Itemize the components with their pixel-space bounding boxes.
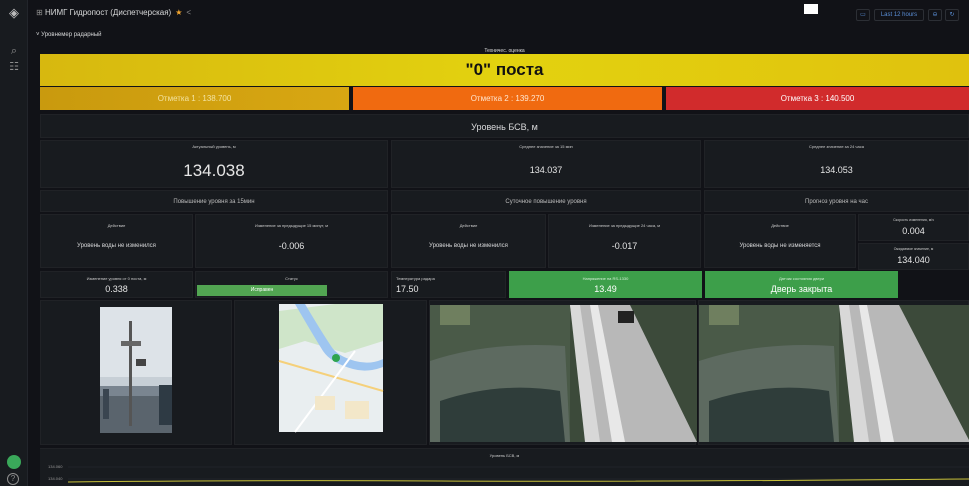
avg-15min-value: 134.037 (529, 165, 563, 175)
voltage-panel: Напряжение на RS-1330 13.49 (509, 271, 702, 298)
camera-2-image (699, 305, 969, 442)
current-level-panel: Актуальный уровень, м 134.038 (40, 140, 388, 188)
camera-1-panel (429, 300, 697, 445)
dashboard-title-text[interactable]: НИМГ Гидропост (Диспетчерская) (45, 8, 171, 17)
star-icon[interactable]: ★ (175, 8, 182, 17)
action-forecast-text: Уровень воды не изменяется (739, 243, 821, 249)
current-level-caption: Актуальный уровень, м (192, 144, 236, 149)
status-badge: Исправен (197, 285, 327, 296)
row-title[interactable]: ˅ Уровнемер радарный (36, 32, 102, 38)
search-icon[interactable]: ⌕ (7, 44, 21, 58)
zero-post-caption: Техничес. оценка (484, 48, 525, 54)
level-graph-panel: Уровень БСВ, м 134.060 134.040 (40, 448, 969, 486)
zoom-out-icon[interactable]: ⊖ (928, 9, 942, 21)
action-15min-text: Уровень воды не изменился (77, 243, 156, 249)
change-15min-value: -0.006 (278, 241, 305, 251)
row-title-text: Уровнемер радарный (41, 32, 102, 38)
avg-24h-caption: Среднее значение за 24 часа (809, 144, 864, 149)
row-header[interactable]: ˅ Уровнемер радарный (28, 30, 969, 42)
change-15min-panel: Изменение за предыдущие 15 минут, м -0.0… (195, 214, 388, 268)
avg-24h-panel: Среднее значение за 24 часа 134.053 (704, 140, 969, 188)
time-picker-label: Last 12 hours (880, 12, 918, 18)
dashboard-frame: ◈ ⌕ ☷ ? ⊞ НИМГ Гидропост (Диспетчерская)… (0, 0, 969, 486)
bsv-level-title: Уровень БСВ, м (40, 114, 969, 138)
door-sensor-panel: Датчик состояния двери Дверь закрыта (705, 271, 898, 298)
door-sensor-value: Дверь закрыта (770, 284, 833, 294)
dashboards-grid-icon: ⊞ (36, 8, 45, 17)
change-rate-caption: Скорость изменения, м/ч (893, 218, 934, 222)
action-15min-caption: Действие (107, 223, 126, 228)
cycle-view-icon[interactable]: ▭ (856, 9, 870, 21)
overlay-box (804, 4, 818, 14)
avg-24h-value: 134.053 (820, 165, 853, 175)
radar-temperature-panel: Температура радара 17.50 (391, 271, 506, 298)
status-caption: Статус (285, 276, 298, 281)
action-24h-caption: Действие (459, 223, 478, 228)
mark-3-panel: Отметка 3 : 140.500 (666, 87, 969, 110)
level-graph-line (67, 466, 969, 483)
map-panel (234, 300, 427, 445)
change-24h-panel: Изменение за предыдущие 24 часа, м -0.01… (548, 214, 701, 268)
grafana-logo-icon[interactable]: ◈ (6, 6, 22, 20)
avatar[interactable] (7, 455, 21, 469)
hour-forecast-title: Прогноз уровня на час (704, 190, 969, 212)
side-navigation: ◈ ⌕ ☷ ? (0, 0, 28, 486)
expected-value-caption: Ожидаемое значение, м (893, 247, 934, 251)
action-24h-panel: Действие Уровень воды не изменился (391, 214, 546, 268)
change-rate-value: 0.004 (902, 226, 925, 236)
change-24h-value: -0.017 (611, 241, 638, 251)
daily-rise-title: Суточное повышение уровня (391, 190, 701, 212)
door-sensor-caption: Датчик состояния двери (778, 276, 825, 281)
voltage-caption: Напряжение на RS-1330 (582, 276, 629, 281)
share-icon[interactable]: < (186, 8, 191, 17)
action-forecast-caption: Действие (771, 223, 789, 228)
top-bar: ⊞ НИМГ Гидропост (Диспетчерская) ★ < ▭ Las… (28, 0, 969, 28)
pole-photo (100, 307, 172, 433)
expected-value-value: 134.040 (897, 255, 930, 265)
zero-post-value: "0" поста (465, 60, 544, 79)
camera-1-image (430, 305, 697, 442)
help-icon[interactable]: ? (7, 473, 19, 485)
location-marker-icon (332, 354, 340, 362)
zero-post-change-panel: Изменение уровня от 0 поста, м 0.338 (40, 271, 193, 298)
radar-temperature-caption: Температура радара (396, 276, 435, 281)
change-24h-caption: Изменение за предыдущие 24 часа, м (588, 223, 661, 228)
zero-post-change-value: 0.338 (105, 284, 128, 294)
radar-temperature-value: 17.50 (396, 284, 419, 294)
mark-1-panel: Отметка 1 : 138.700 (40, 87, 349, 110)
zero-post-panel: Техничес. оценка "0" поста (40, 48, 969, 86)
change-15min-caption: Изменение за предыдущие 15 минут, м (254, 223, 329, 228)
action-24h-text: Уровень воды не изменился (429, 243, 508, 249)
voltage-value: 13.49 (594, 284, 617, 294)
action-forecast-panel: Действие Уровень воды не изменяется (704, 214, 856, 268)
dashboards-icon[interactable]: ☷ (7, 60, 21, 74)
time-picker-button[interactable]: Last 12 hours (874, 9, 924, 21)
avg-15min-caption: Среднее значение за 15 мин (519, 144, 573, 149)
refresh-icon[interactable]: ↻ (945, 9, 959, 21)
rise-15min-title: Повышение уровня за 15мин (40, 190, 388, 212)
avg-15min-panel: Среднее значение за 15 мин 134.037 (391, 140, 701, 188)
mark-2-panel: Отметка 2 : 139.270 (353, 87, 662, 110)
dashboard-title[interactable]: ⊞ НИМГ Гидропост (Диспетчерская) ★ < (36, 8, 191, 17)
pole-photo-panel (40, 300, 232, 445)
action-15min-panel: Действие Уровень воды не изменился (40, 214, 193, 268)
zero-post-change-caption: Изменение уровня от 0 поста, м (86, 276, 147, 281)
location-map (278, 304, 384, 433)
expected-value-panel: Ожидаемое значение, м 134.040 (858, 243, 969, 270)
current-level-value: 134.038 (183, 161, 245, 180)
change-rate-panel: Скорость изменения, м/ч 0.004 (858, 214, 969, 241)
camera-2-panel (698, 300, 969, 445)
